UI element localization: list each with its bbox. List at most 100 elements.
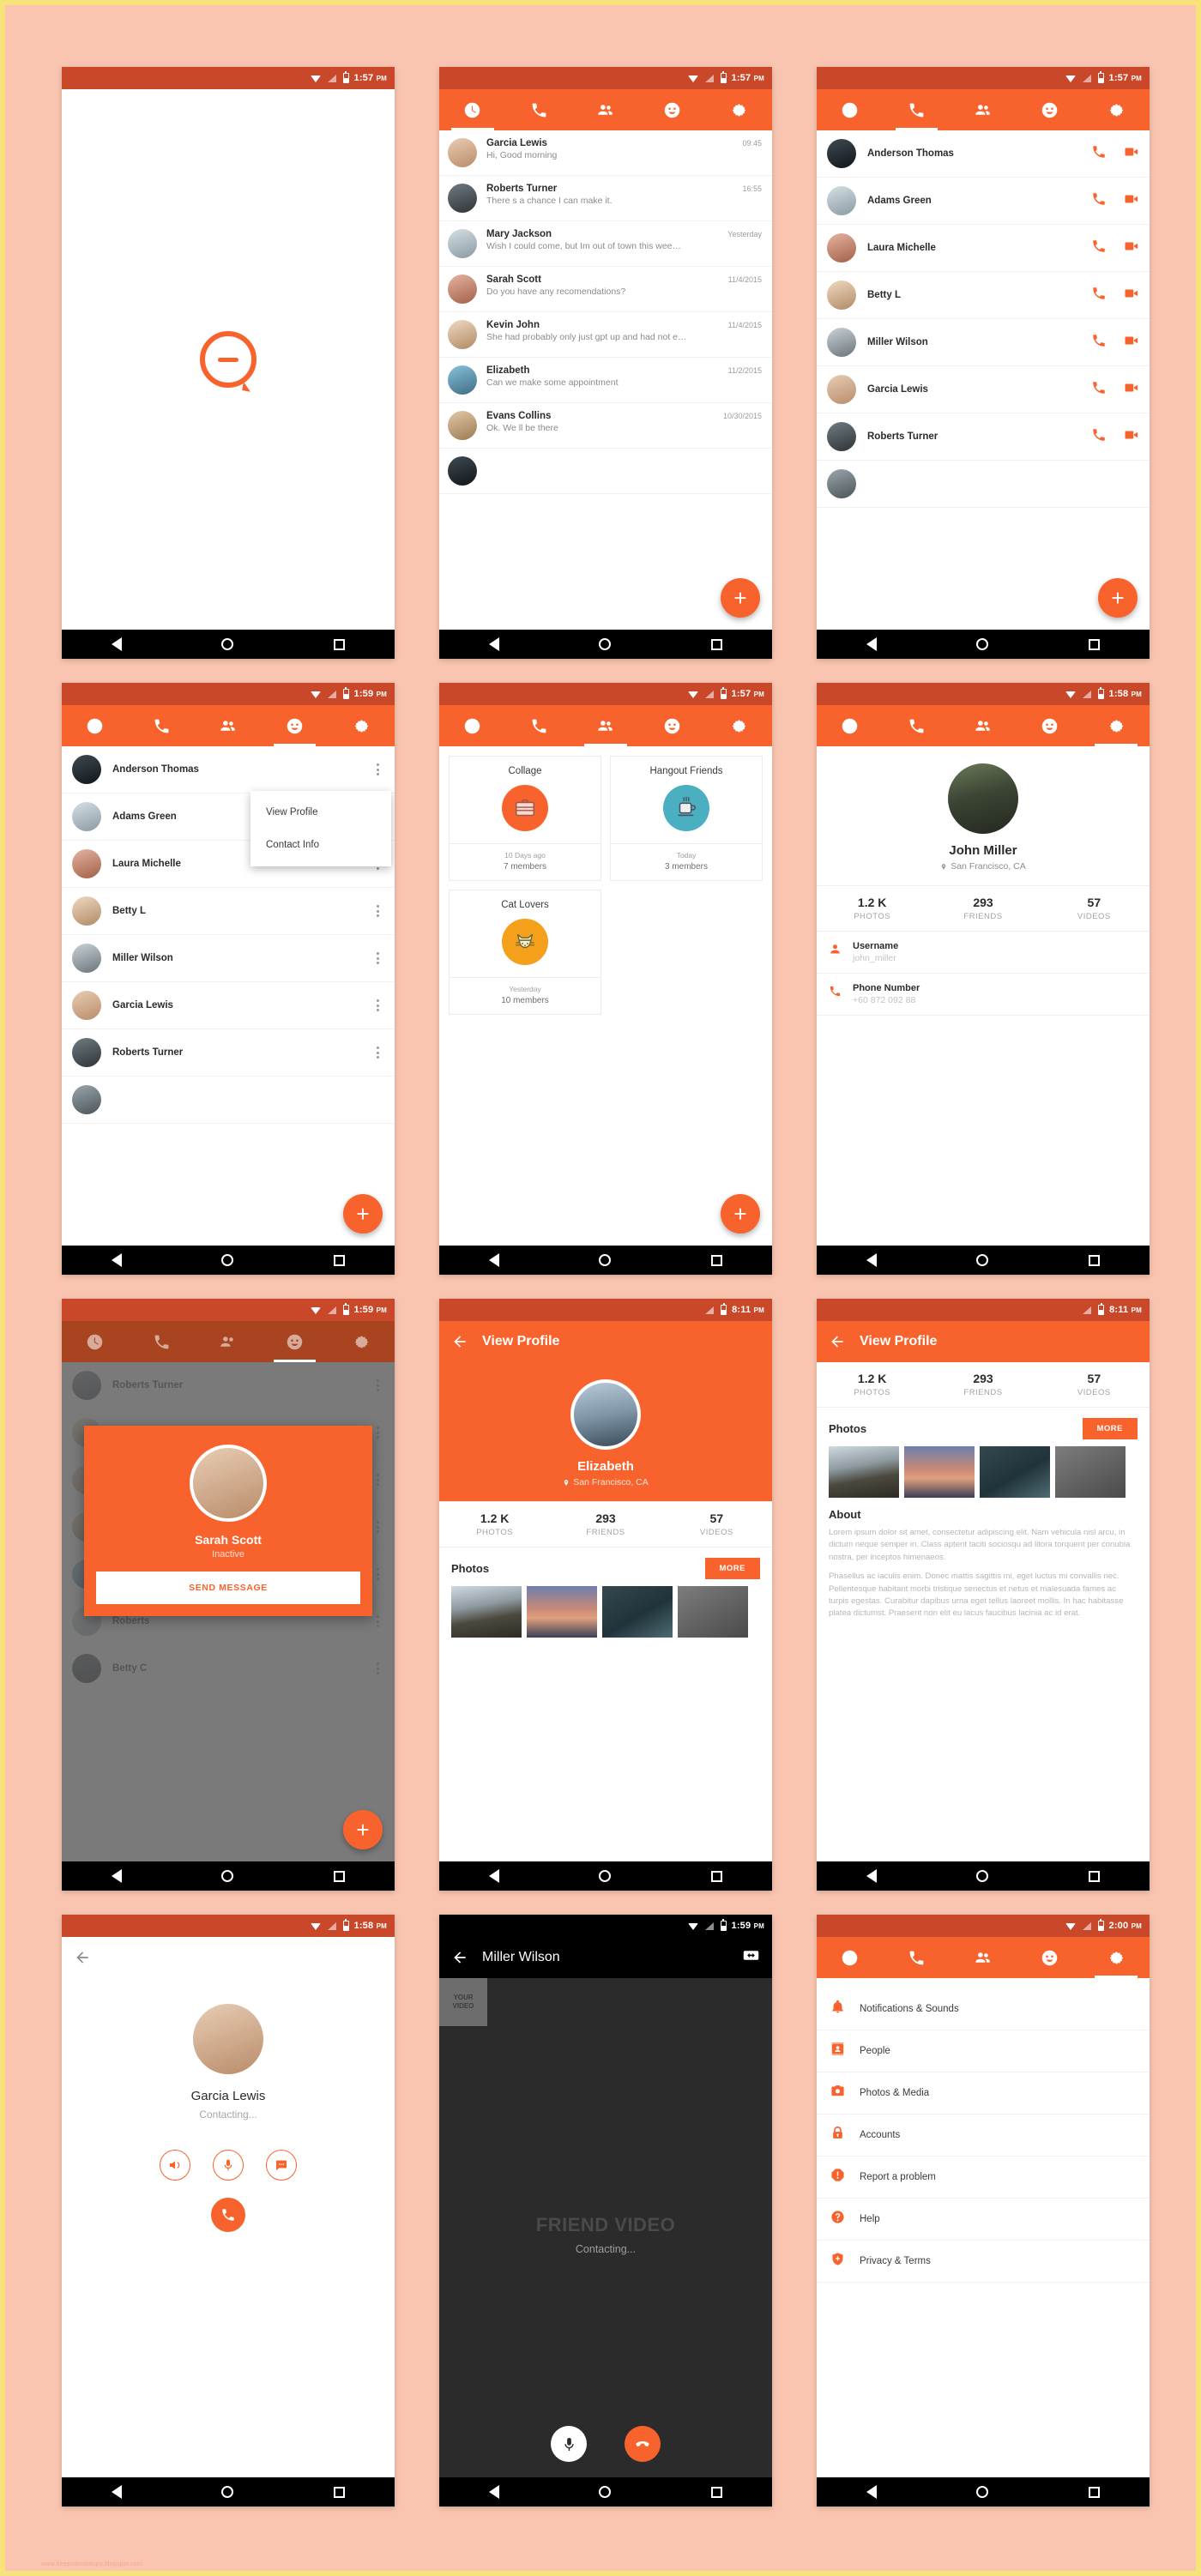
tab-stickers[interactable] <box>1017 89 1083 130</box>
people-row[interactable]: Betty L <box>62 888 395 935</box>
info-row-phone[interactable]: Phone Number +60 872 092 88 <box>817 974 1150 1016</box>
people-row[interactable] <box>62 1077 395 1124</box>
phone-icon[interactable] <box>1091 333 1107 353</box>
recents-square-icon[interactable] <box>1088 2486 1100 2498</box>
add-group-fab[interactable]: + <box>721 1194 760 1234</box>
tab-stickers[interactable] <box>262 1321 329 1362</box>
phone-icon[interactable] <box>1091 286 1107 305</box>
settings-item-people[interactable]: People <box>817 2030 1150 2072</box>
tab-settings[interactable] <box>1083 89 1150 130</box>
home-circle-icon[interactable] <box>221 1254 234 1266</box>
video-icon[interactable] <box>1124 380 1139 400</box>
tab-groups[interactable] <box>195 1321 262 1362</box>
tab-stickers[interactable] <box>1017 1937 1083 1978</box>
home-circle-icon[interactable] <box>976 638 989 650</box>
back-triangle-icon[interactable] <box>489 2485 500 2499</box>
tab-groups[interactable] <box>950 705 1017 746</box>
overflow-menu-icon[interactable] <box>371 949 384 968</box>
back-triangle-icon[interactable] <box>112 637 123 651</box>
group-card[interactable]: Cat Lovers Yesterday 10 members <box>449 890 601 1015</box>
tab-calls[interactable] <box>884 1937 951 1978</box>
menu-item-view-profile[interactable]: View Profile <box>250 796 391 829</box>
home-circle-icon[interactable] <box>976 1254 989 1266</box>
home-circle-icon[interactable] <box>976 2486 989 2498</box>
video-icon[interactable] <box>1124 286 1139 305</box>
photo-thumb[interactable] <box>527 1586 597 1638</box>
tab-recents[interactable] <box>817 1937 884 1978</box>
photo-thumb[interactable] <box>980 1446 1050 1498</box>
overflow-menu-icon[interactable] <box>371 996 384 1015</box>
overflow-menu-icon[interactable] <box>371 760 384 779</box>
camera-swap-icon[interactable] <box>742 1946 760 1969</box>
settings-item-privacy-terms[interactable]: Privacy & Terms <box>817 2241 1150 2283</box>
recents-square-icon[interactable] <box>710 2486 722 2498</box>
chat-row[interactable]: Sarah Scott 11/4/2015 Do you have any re… <box>439 267 772 312</box>
back-triangle-icon[interactable] <box>112 1253 123 1267</box>
photo-thumb[interactable] <box>602 1586 673 1638</box>
settings-item-help[interactable]: Help <box>817 2199 1150 2241</box>
home-circle-icon[interactable] <box>599 638 612 650</box>
new-chat-fab[interactable]: + <box>721 578 760 618</box>
settings-item-photos-media[interactable]: Photos & Media <box>817 2072 1150 2114</box>
tab-stickers[interactable] <box>639 89 706 130</box>
tab-groups[interactable] <box>572 89 639 130</box>
back-triangle-icon[interactable] <box>866 1253 878 1267</box>
tab-calls[interactable] <box>129 1321 196 1362</box>
add-person-fab[interactable]: + <box>343 1810 383 1849</box>
group-card[interactable]: Hangout Friends Today 3 members <box>610 756 763 881</box>
back-arrow-icon[interactable] <box>451 1333 468 1350</box>
back-triangle-icon[interactable] <box>112 1869 123 1883</box>
phone-icon[interactable] <box>1091 380 1107 400</box>
info-row-username[interactable]: Username john_miller <box>817 932 1150 974</box>
chat-row[interactable]: Kevin John 11/4/2015 She had probably on… <box>439 312 772 358</box>
tab-settings[interactable] <box>705 89 772 130</box>
tab-recents[interactable] <box>439 89 506 130</box>
tab-settings[interactable] <box>328 705 395 746</box>
call-row[interactable]: Betty L <box>817 272 1150 319</box>
photo-thumb[interactable] <box>904 1446 975 1498</box>
recents-square-icon[interactable] <box>333 1870 345 1882</box>
video-icon[interactable] <box>1124 333 1139 353</box>
people-row[interactable]: Roberts Turner <box>62 1029 395 1077</box>
mic-icon[interactable] <box>551 2426 587 2462</box>
tab-recents[interactable] <box>817 89 884 130</box>
video-icon[interactable] <box>1124 144 1139 164</box>
back-arrow-icon[interactable] <box>451 1949 468 1966</box>
tab-recents[interactable] <box>439 705 506 746</box>
home-circle-icon[interactable] <box>599 1870 612 1882</box>
tab-stickers[interactable] <box>262 705 329 746</box>
back-triangle-icon[interactable] <box>489 1253 500 1267</box>
group-card[interactable]: Collage 10 Days ago 7 members <box>449 756 601 881</box>
photo-strip[interactable] <box>817 1446 1150 1498</box>
tab-groups[interactable] <box>572 705 639 746</box>
photo-thumb[interactable] <box>1055 1446 1126 1498</box>
hangup-icon[interactable] <box>625 2426 661 2462</box>
message-icon[interactable] <box>266 2150 297 2181</box>
back-triangle-icon[interactable] <box>489 1869 500 1883</box>
chat-row[interactable]: Roberts Turner 16:55 There s a chance I … <box>439 176 772 221</box>
phone-icon[interactable] <box>1091 427 1107 447</box>
tab-groups[interactable] <box>195 705 262 746</box>
recents-square-icon[interactable] <box>1088 638 1100 650</box>
tab-calls[interactable] <box>884 89 951 130</box>
back-triangle-icon[interactable] <box>866 2485 878 2499</box>
new-call-fab[interactable]: + <box>1098 578 1138 618</box>
end-call-button[interactable] <box>211 2198 245 2232</box>
tab-calls[interactable] <box>506 705 573 746</box>
tab-groups[interactable] <box>950 89 1017 130</box>
call-row[interactable]: Adams Green <box>817 178 1150 225</box>
chat-row[interactable] <box>439 449 772 494</box>
menu-item-contact-info[interactable]: Contact Info <box>250 829 391 861</box>
send-message-button[interactable]: SEND MESSAGE <box>96 1572 360 1604</box>
video-icon[interactable] <box>1124 238 1139 258</box>
phone-icon[interactable] <box>1091 238 1107 258</box>
chat-row[interactable]: Evans Collins 10/30/2015 Ok. We ll be th… <box>439 403 772 449</box>
photo-thumb[interactable] <box>451 1586 522 1638</box>
tab-calls[interactable] <box>884 705 951 746</box>
tab-recents[interactable] <box>817 705 884 746</box>
tab-calls[interactable] <box>506 89 573 130</box>
recents-square-icon[interactable] <box>710 638 722 650</box>
settings-item-accounts[interactable]: Accounts <box>817 2114 1150 2157</box>
back-triangle-icon[interactable] <box>112 2485 123 2499</box>
video-icon[interactable] <box>1124 191 1139 211</box>
